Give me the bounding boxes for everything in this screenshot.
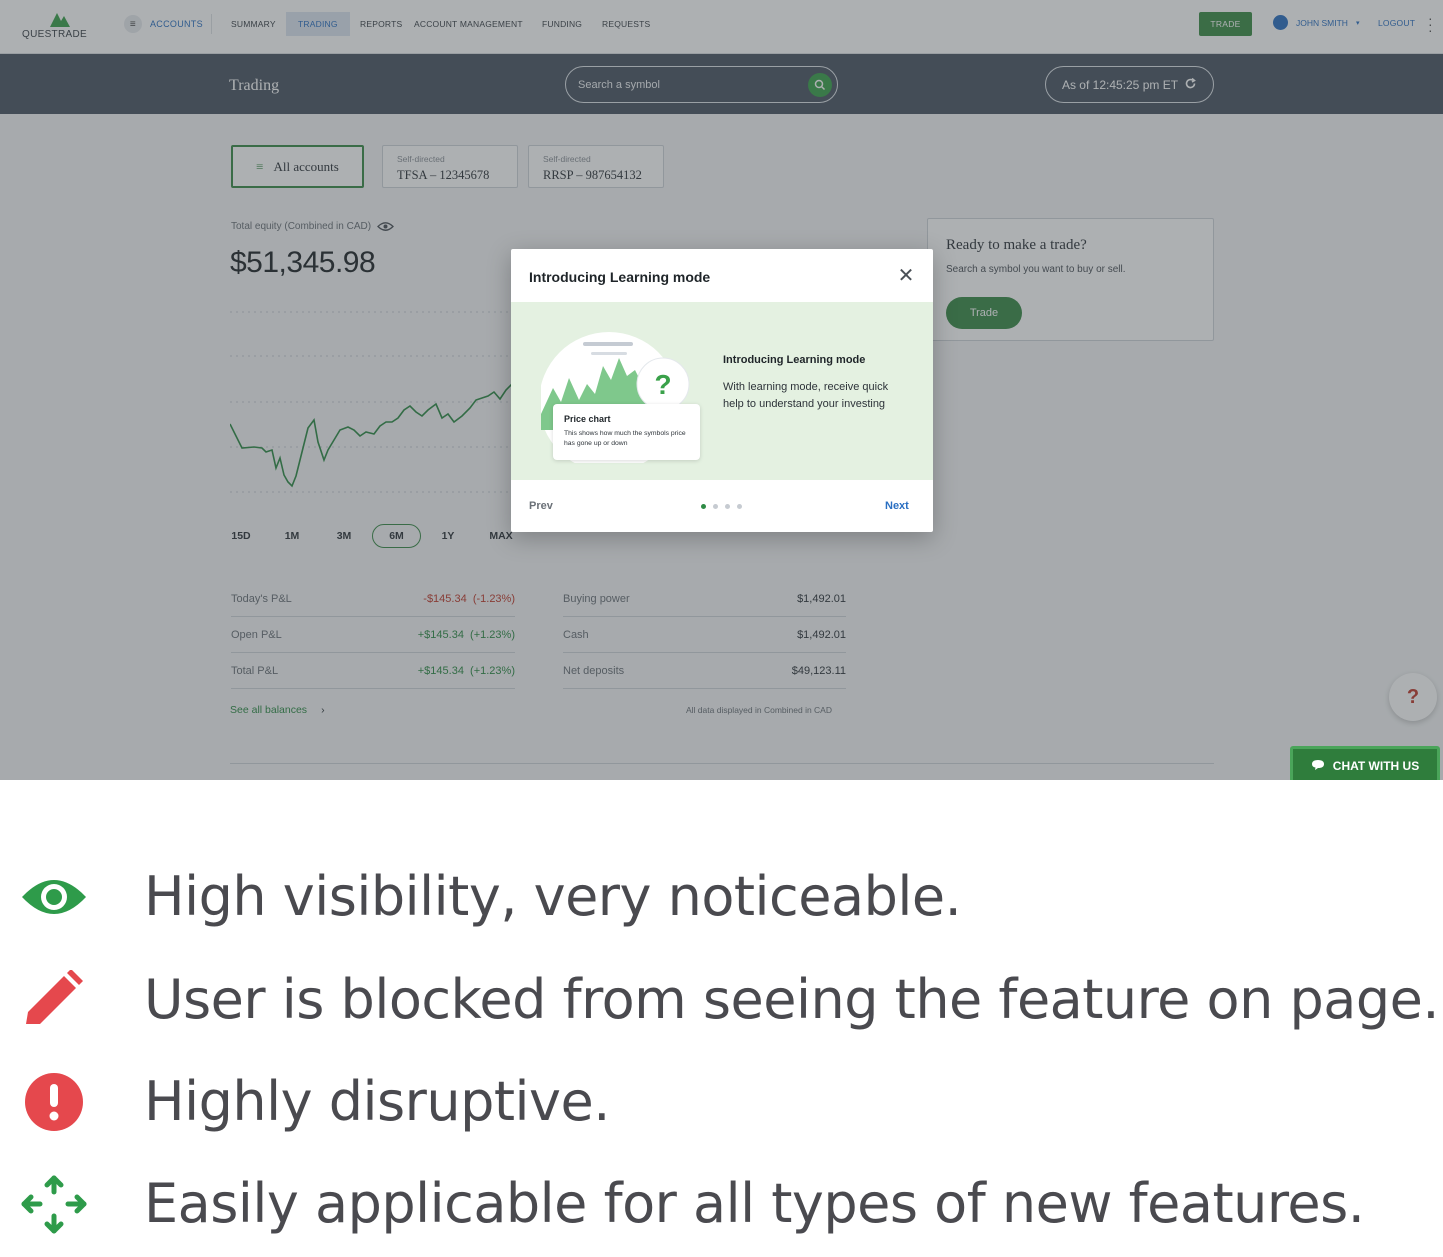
bullet-item: Easily applicable for all types of new f… <box>0 1164 1443 1244</box>
prev-button[interactable]: Prev <box>529 500 553 512</box>
next-button[interactable]: Next <box>885 500 909 512</box>
bullet-text: User is blocked from seeing the feature … <box>144 968 1440 1031</box>
eye-icon <box>22 880 86 914</box>
illustration-bar <box>591 352 627 355</box>
bullet-text: Highly disruptive. <box>144 1070 610 1133</box>
modal-title: Introducing Learning mode <box>529 269 711 285</box>
bullet-text: High visibility, very noticeable. <box>144 865 962 928</box>
learning-mode-modal: Introducing Learning mode ✕ ? Price char… <box>511 249 933 532</box>
bullet-item: User is blocked from seeing the feature … <box>0 960 1443 1040</box>
bullet-item: Highly disruptive. <box>0 1062 1443 1142</box>
chat-label: CHAT WITH US <box>1332 759 1420 773</box>
tooltip-title: Price chart <box>564 414 611 424</box>
question-mark-icon: ? <box>654 369 671 400</box>
step-dot[interactable] <box>713 504 718 509</box>
modal-body: ? Price chart This shows how much the sy… <box>511 302 933 480</box>
chat-with-us-button[interactable]: CHAT WITH US <box>1290 746 1440 780</box>
step-dot[interactable] <box>725 504 730 509</box>
trading-app: QUESTRADE ≡ ACCOUNTS SUMMARY TRADING REP… <box>0 0 1443 780</box>
modal-body-text: With learning mode, receive quick help t… <box>723 381 889 410</box>
modal-body-title: Introducing Learning mode <box>723 354 866 366</box>
step-dot[interactable] <box>737 504 742 509</box>
tooltip-description: This shows how much the symbols price ha… <box>564 430 686 447</box>
step-indicator <box>701 504 742 509</box>
move-arrows-icon <box>21 1175 87 1234</box>
bullet-text: Easily applicable for all types of new f… <box>144 1172 1365 1235</box>
evaluation-bullets: High visibility, very noticeable. User i… <box>0 780 1443 1257</box>
pencil-icon <box>26 970 83 1024</box>
chat-bubble-icon <box>1311 759 1325 774</box>
price-chart-tooltip-card: Price chart This shows how much the symb… <box>553 404 700 460</box>
step-dot[interactable] <box>701 504 706 509</box>
illustration-bar <box>583 342 633 346</box>
exclamation-icon <box>25 1073 83 1131</box>
close-icon[interactable]: ✕ <box>896 265 916 287</box>
bullet-item: High visibility, very noticeable. <box>0 857 1443 937</box>
